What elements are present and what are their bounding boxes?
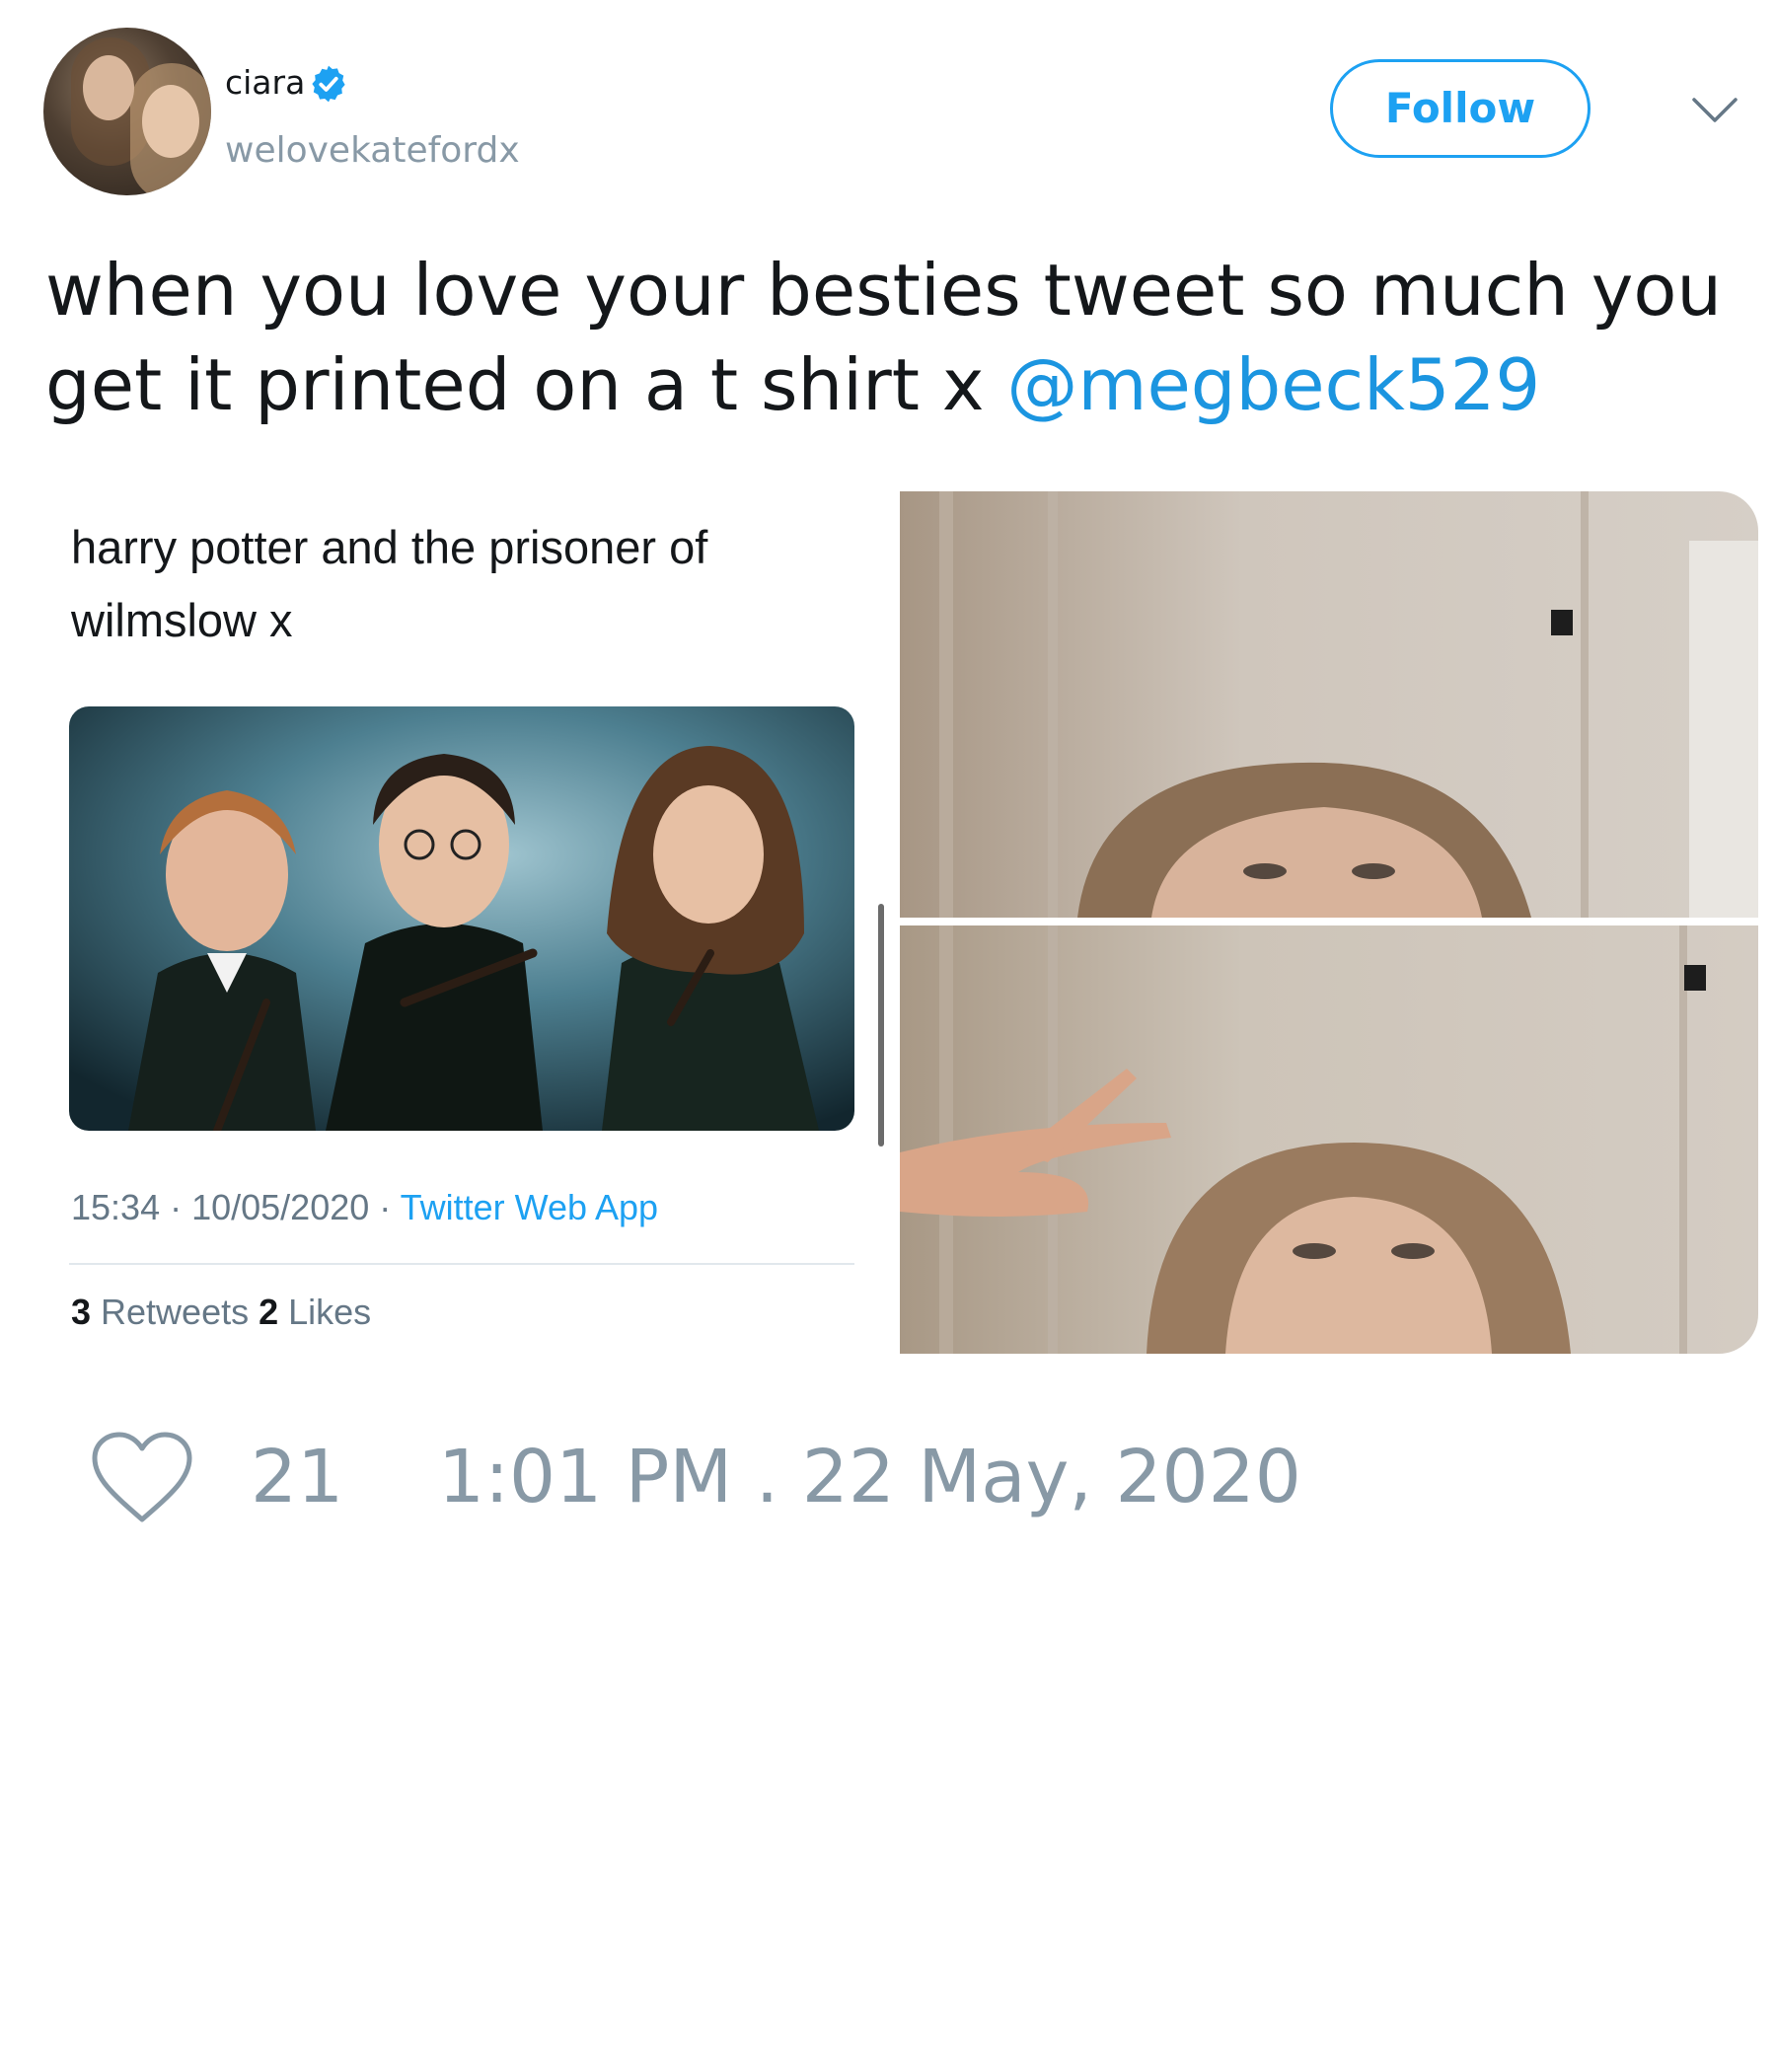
heart-icon[interactable] [89, 1429, 195, 1525]
scrollbar [878, 904, 884, 1147]
avatar[interactable] [43, 28, 211, 195]
quoted-tweet-stats: 3 Retweets 2 Likes [71, 1291, 371, 1334]
tweet-timestamp[interactable]: 1:01 PM . 22 May, 2020 [438, 1433, 1301, 1521]
likes-label: Likes [278, 1292, 372, 1332]
mention-link[interactable]: @megbeck529 [1006, 343, 1540, 426]
verified-badge-icon [312, 65, 345, 103]
media-quoted-screenshot[interactable]: harry potter and the prisoner of wilmslo… [45, 489, 888, 1354]
chevron-down-icon[interactable] [1691, 95, 1739, 126]
media-photo-top[interactable] [900, 491, 1758, 918]
quoted-tweet-image [69, 706, 854, 1131]
quoted-tweet-time: 15:34 [71, 1187, 161, 1227]
user-handle[interactable]: welovekatefordx [225, 128, 520, 174]
divider [69, 1263, 854, 1265]
retweets-label: Retweets [91, 1292, 259, 1332]
likes-count: 2 [259, 1292, 279, 1332]
display-name[interactable]: ciara [225, 61, 305, 105]
meta-separator: · [160, 1187, 192, 1227]
media-photo-bottom[interactable] [900, 925, 1758, 1354]
quoted-tweet-date: 10/05/2020 [191, 1187, 370, 1227]
avatar-face-left [83, 55, 134, 120]
quoted-tweet-source: Twitter Web App [400, 1187, 659, 1227]
tweet-text: when you love your besties tweet so much… [45, 243, 1742, 432]
avatar-face-right [142, 85, 199, 158]
quoted-tweet-meta: 15:34 · 10/05/2020 · Twitter Web App [71, 1186, 658, 1229]
like-count: 21 [251, 1435, 344, 1519]
follow-button[interactable]: Follow [1330, 59, 1591, 158]
retweets-count: 3 [71, 1292, 92, 1332]
quoted-tweet-text: harry potter and the prisoner of wilmslo… [71, 521, 708, 646]
meta-separator: · [369, 1187, 401, 1227]
